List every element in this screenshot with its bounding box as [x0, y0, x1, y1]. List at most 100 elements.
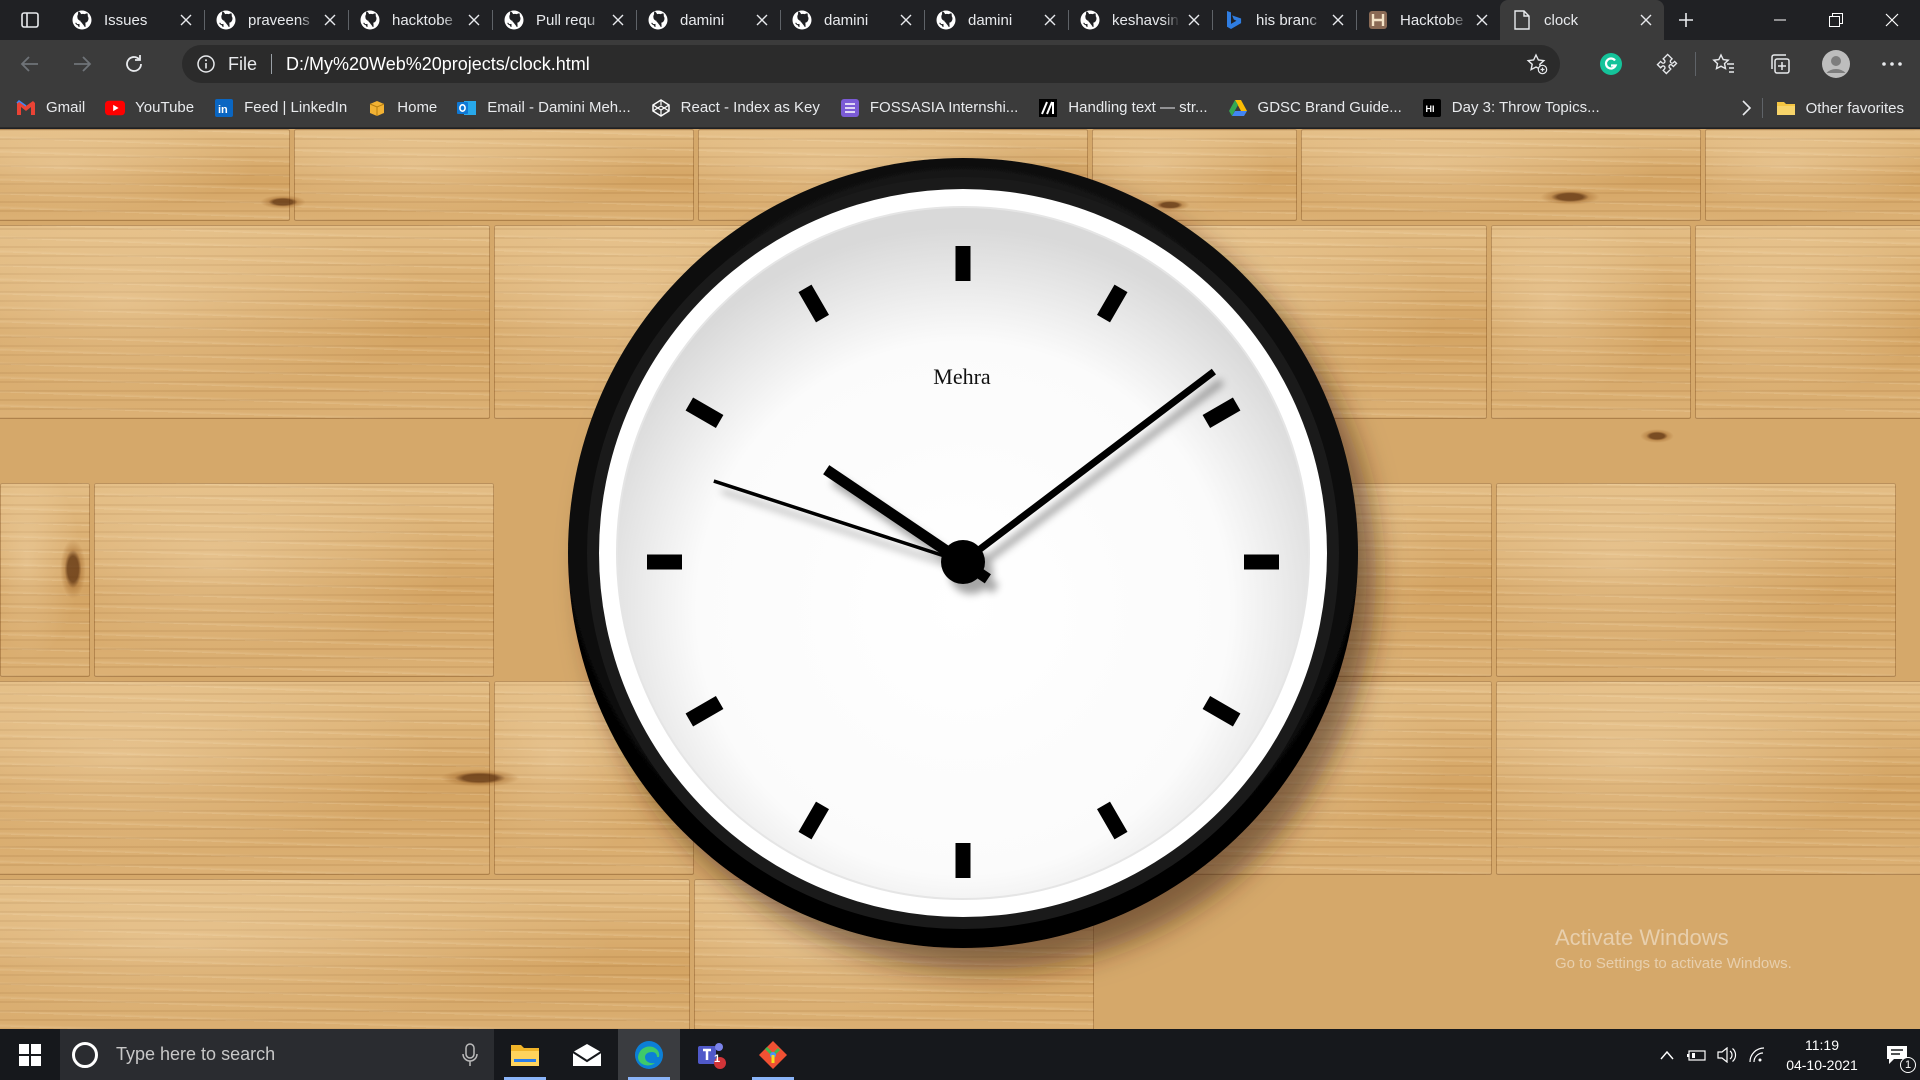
tab-title: praveens	[248, 11, 310, 29]
taskbar-teams[interactable]: 1	[680, 1029, 742, 1080]
tab-actions-button[interactable]	[0, 0, 60, 40]
close-tab-icon[interactable]	[898, 12, 914, 28]
address-url[interactable]: D:/My%20Web%20projects/clock.html	[286, 54, 590, 75]
grammarly-extension-button[interactable]	[1583, 40, 1639, 88]
hacktoberfest-icon	[1368, 10, 1388, 30]
browser-tab[interactable]: clock	[1500, 0, 1664, 40]
search-placeholder: Type here to search	[116, 1044, 276, 1064]
refresh-button[interactable]	[110, 44, 158, 84]
clock-graphic	[568, 158, 1358, 948]
profile-button[interactable]	[1808, 40, 1864, 88]
tab-strip: Issues praveens hacktobe Pull requ damini dam…	[0, 0, 1920, 40]
avatar-icon	[1822, 50, 1850, 78]
watermark-subtitle: Go to Settings to activate Windows.	[1555, 955, 1792, 972]
restore-button[interactable]	[1808, 0, 1864, 40]
close-tab-icon[interactable]	[322, 12, 338, 28]
browser-tab[interactable]: damini	[636, 0, 780, 40]
browser-tab[interactable]: hacktobe	[348, 0, 492, 40]
browser-toolbar: File D:/My%20Web%20projects/clock.html	[0, 40, 1920, 88]
bookmark-item[interactable]: Gmail	[16, 98, 85, 118]
favorites-button[interactable]	[1696, 40, 1752, 88]
close-window-button[interactable]	[1864, 0, 1920, 40]
start-button[interactable]	[0, 1029, 60, 1080]
close-icon	[1885, 13, 1899, 27]
add-favorite-icon[interactable]	[1526, 53, 1548, 75]
back-button[interactable]	[6, 44, 54, 84]
wall-clock: Mehra	[0, 129, 1920, 1029]
close-tab-icon[interactable]	[610, 12, 626, 28]
github-icon	[72, 10, 92, 30]
browser-tab[interactable]: his branc	[1212, 0, 1356, 40]
bookmark-label: GDSC Brand Guide...	[1257, 99, 1402, 116]
bookmark-label: Home	[397, 99, 438, 116]
bookmark-item[interactable]: Handling text — str...	[1038, 98, 1208, 118]
close-tab-icon[interactable]	[466, 12, 482, 28]
taskbar-git[interactable]	[742, 1029, 804, 1080]
bookmark-item[interactable]: HI Day 3: Throw Topics...	[1422, 98, 1600, 118]
close-tab-icon[interactable]	[754, 12, 770, 28]
bookmark-item[interactable]: Email - Damini Meh...	[457, 98, 631, 118]
arrow-right-icon	[74, 56, 92, 72]
browser-tab[interactable]: Pull requ	[492, 0, 636, 40]
taskbar-search-box[interactable]: Type here to search	[60, 1029, 494, 1080]
browser-tab[interactable]: damini	[924, 0, 1068, 40]
taskbar-clock[interactable]: 11:19 04-10-2021	[1778, 1035, 1866, 1075]
new-tab-button[interactable]	[1664, 0, 1708, 40]
github-icon	[648, 10, 668, 30]
git-icon	[759, 1040, 787, 1069]
tab-title: his branc	[1256, 11, 1317, 29]
volume-button[interactable]	[1712, 1029, 1742, 1080]
browser-tab[interactable]: keshavsin	[1068, 0, 1212, 40]
tab-title: clock	[1544, 11, 1579, 29]
chevron-right-icon[interactable]	[1736, 98, 1756, 118]
other-favorites-folder[interactable]: Other favorites	[1761, 88, 1904, 128]
battery-icon	[1687, 1049, 1706, 1061]
taskbar-mail[interactable]	[556, 1029, 618, 1080]
github-icon	[1080, 10, 1100, 30]
arrow-left-icon	[20, 56, 38, 72]
close-tab-icon[interactable]	[1186, 12, 1202, 28]
bookmark-item[interactable]: GDSC Brand Guide...	[1228, 98, 1402, 118]
hashnode-icon: HI	[1422, 98, 1442, 118]
taskbar-edge[interactable]	[618, 1029, 680, 1080]
browser-tab[interactable]: Hacktobe	[1356, 0, 1500, 40]
action-center-button[interactable]: 1	[1874, 1029, 1920, 1080]
close-tab-icon[interactable]	[1638, 12, 1654, 28]
taskbar-file-explorer[interactable]	[494, 1029, 556, 1080]
bookmark-label: Email - Damini Meh...	[487, 99, 631, 116]
minimize-button[interactable]	[1752, 0, 1808, 40]
bookmark-item[interactable]: YouTube	[105, 98, 194, 118]
taskbar-time: 11:19	[1805, 1036, 1839, 1053]
bookmark-item[interactable]: in Feed | LinkedIn	[214, 98, 347, 118]
bookmark-label: YouTube	[135, 99, 195, 116]
edge-icon	[635, 1040, 663, 1069]
favorites-icon	[1712, 53, 1734, 73]
close-tab-icon[interactable]	[1474, 12, 1490, 28]
bookmark-item[interactable]: React - Index as Key	[651, 98, 820, 118]
show-hidden-icons-button[interactable]	[1652, 1029, 1682, 1080]
battery-button[interactable]	[1682, 1029, 1712, 1080]
codepen-icon	[651, 98, 671, 118]
settings-menu-button[interactable]	[1864, 40, 1920, 88]
extensions-button[interactable]	[1639, 40, 1695, 88]
close-tab-icon[interactable]	[1330, 12, 1346, 28]
puzzle-icon	[1656, 53, 1678, 75]
browser-tab[interactable]: damini	[780, 0, 924, 40]
bookmark-item[interactable]: FOSSASIA Internshi...	[840, 98, 1018, 118]
notification-badge: 1	[1900, 1057, 1916, 1073]
browser-tab[interactable]: praveens	[204, 0, 348, 40]
bookmark-label: Feed | LinkedIn	[244, 99, 348, 116]
bookmark-label: Day 3: Throw Topics...	[1451, 99, 1600, 116]
close-tab-icon[interactable]	[1042, 12, 1058, 28]
network-button[interactable]	[1742, 1029, 1772, 1080]
microphone-icon[interactable]	[462, 1043, 478, 1067]
forward-button[interactable]	[58, 44, 106, 84]
info-icon[interactable]	[196, 54, 216, 74]
wifi-icon	[1749, 1046, 1765, 1062]
browser-tab[interactable]: Issues	[60, 0, 204, 40]
close-tab-icon[interactable]	[178, 12, 194, 28]
address-bar[interactable]: File D:/My%20Web%20projects/clock.html	[182, 45, 1560, 83]
bookmark-item[interactable]: Home	[367, 98, 437, 118]
collections-button[interactable]	[1752, 40, 1808, 88]
file-explorer-icon	[511, 1044, 539, 1066]
